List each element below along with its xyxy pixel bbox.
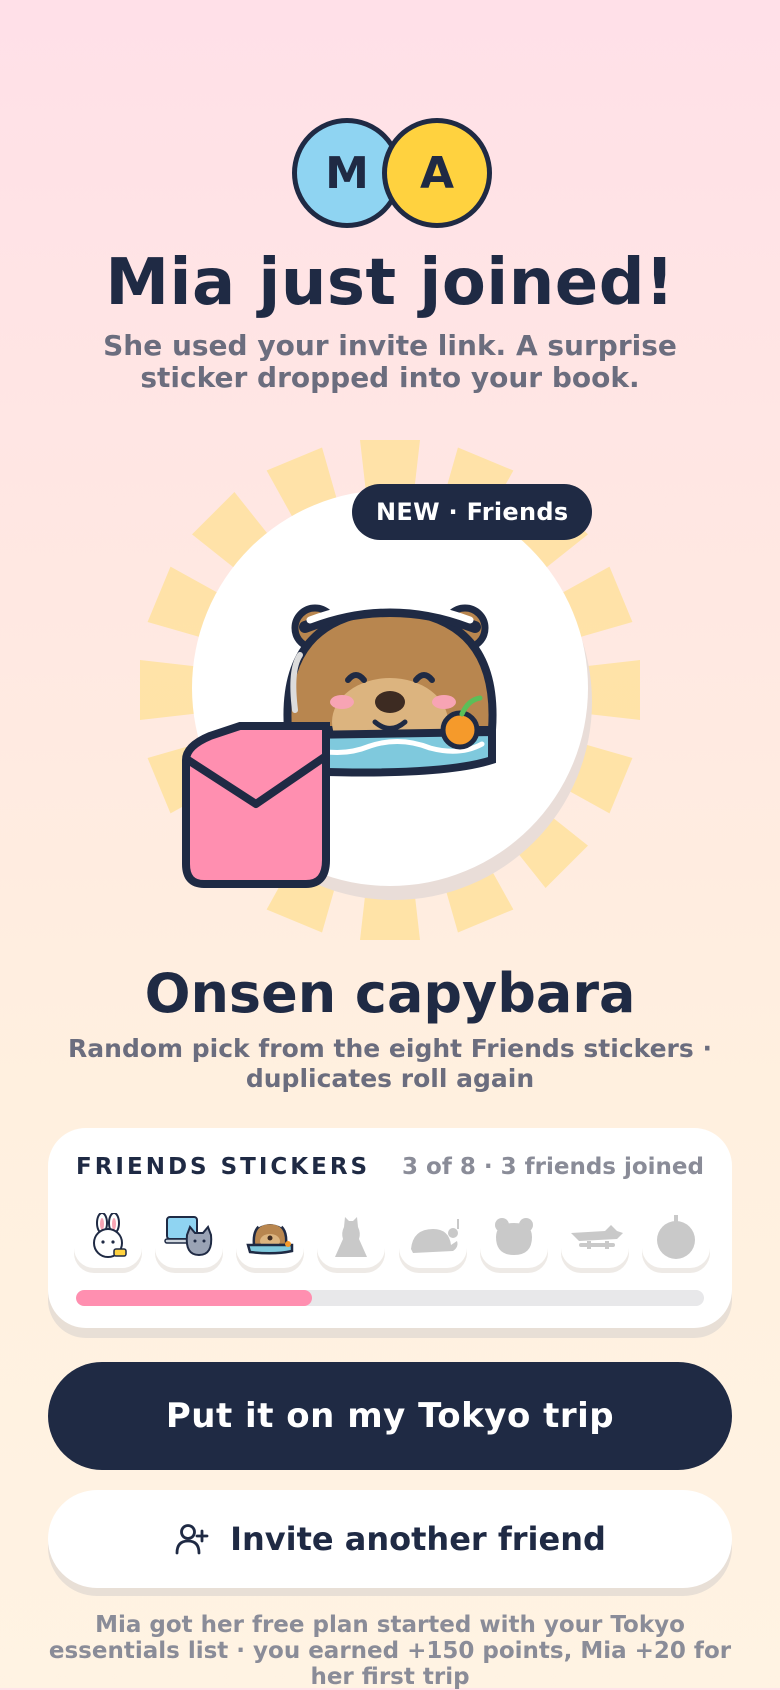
sticker-slot[interactable] (641, 1206, 710, 1268)
sticker-note: Random pick from the eight Friends stick… (68, 1034, 712, 1093)
envelope-icon (182, 722, 330, 888)
add-user-icon (175, 1524, 209, 1555)
locked-orb-icon (656, 1215, 695, 1259)
locked-bear-icon (494, 1218, 533, 1255)
sticker-slot[interactable] (74, 1206, 142, 1268)
collection-count: 3 of 8 · 3 friends joined (402, 1154, 704, 1180)
sticker-slot[interactable] (236, 1206, 305, 1268)
sticker-slot[interactable] (560, 1206, 629, 1268)
collection-progress-bar (76, 1290, 704, 1306)
locked-plane-icon (570, 1225, 623, 1249)
avatar-group: M A (0, 118, 780, 230)
friends-stickers-card: FRIENDS STICKERS 3 of 8 · 3 friends join… (48, 1128, 732, 1328)
secondary-button-label: Invite another friend (230, 1520, 606, 1558)
reward-note: Mia got her free plan started with your … (48, 1612, 732, 1690)
add-to-tokyo-trip-button[interactable]: Put it on my Tokyo trip (48, 1362, 732, 1470)
sticker-slot[interactable] (317, 1206, 386, 1268)
invite-friend-button[interactable]: Invite another friend (48, 1490, 732, 1588)
primary-button-label: Put it on my Tokyo trip (165, 1396, 615, 1436)
new-sticker-badge: NEW · Friends (352, 484, 593, 540)
card-title: FRIENDS STICKERS (76, 1154, 371, 1180)
sticker-row (74, 1206, 710, 1268)
sticker-slot[interactable] (398, 1206, 467, 1268)
page-title: Mia just joined! (105, 246, 675, 320)
avatar-user-initial: A (382, 118, 492, 228)
page-subtitle: She used your invite link. A surprise st… (103, 329, 677, 394)
sticker-name: Onsen capybara (144, 962, 636, 1025)
sticker-slot[interactable] (155, 1206, 224, 1268)
locked-turtle-icon (410, 1219, 459, 1253)
bunny-sticker-icon (93, 1213, 127, 1258)
collection-progress-fill (76, 1290, 312, 1306)
capybara-sticker-icon (246, 1221, 294, 1255)
sticker-slot[interactable] (479, 1206, 548, 1268)
cat-laptop-sticker-icon (164, 1216, 213, 1257)
locked-figure-icon (335, 1217, 368, 1257)
